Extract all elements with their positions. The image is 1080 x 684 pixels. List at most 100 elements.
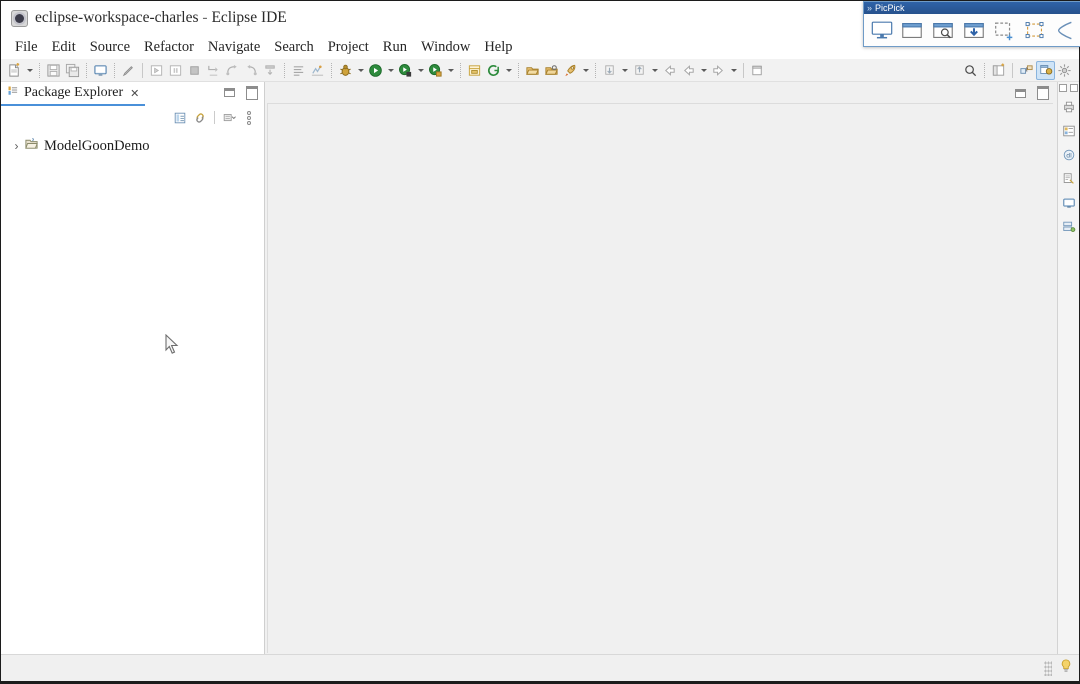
step-over-icon[interactable] (223, 61, 242, 80)
fastview-debug-icon[interactable]: dl (1059, 145, 1078, 164)
next-annotation-icon[interactable] (600, 61, 619, 80)
capture-region-button[interactable] (989, 16, 1019, 45)
menu-item-run[interactable]: Run (376, 38, 414, 57)
external-tools-dropdown-arrow[interactable] (580, 61, 591, 80)
menu-item-window[interactable]: Window (414, 38, 477, 57)
open-perspective-icon[interactable] (989, 61, 1008, 80)
capture-fixed-region-button[interactable] (1020, 16, 1050, 45)
maximize-view-button[interactable] (245, 86, 258, 99)
open-type-dropdown-arrow[interactable] (503, 61, 514, 80)
new-java-class-icon[interactable] (91, 61, 110, 80)
capture-freehand-button[interactable] (1050, 16, 1080, 45)
picpick-title-bar[interactable]: » PicPick (864, 2, 1080, 14)
capture-scrolling-window-button[interactable] (959, 16, 989, 45)
new-editor-icon[interactable] (748, 61, 767, 80)
drop-to-frame-icon[interactable] (261, 61, 280, 80)
package-explorer-view-toolbar (1, 106, 264, 129)
coverage-icon[interactable] (308, 61, 327, 80)
minimize-editor-button[interactable] (1014, 87, 1027, 100)
step-into-icon[interactable] (204, 61, 223, 80)
resize-grip[interactable] (1044, 660, 1052, 676)
save-icon[interactable] (44, 61, 63, 80)
menu-item-file[interactable]: File (8, 38, 45, 57)
capture-fullscreen-button[interactable] (867, 16, 897, 45)
collapse-all-icon[interactable] (171, 109, 189, 127)
toolbar-separator (86, 62, 87, 78)
search-folder-icon[interactable] (542, 61, 561, 80)
open-resource-icon[interactable] (523, 61, 542, 80)
run-as-icon[interactable] (396, 61, 415, 80)
maximize-button[interactable] (1070, 84, 1078, 92)
picpick-window[interactable]: » PicPick (863, 1, 1080, 47)
external-tools-icon[interactable] (561, 61, 580, 80)
debug-dropdown-arrow[interactable] (355, 61, 366, 80)
menu-item-help[interactable]: Help (477, 38, 519, 57)
previous-annotation-icon[interactable] (630, 61, 649, 80)
new-package-icon[interactable] (465, 61, 484, 80)
close-icon[interactable]: ✕ (130, 87, 139, 100)
run-last-tool-icon[interactable] (147, 61, 166, 80)
next-annotation-dropdown-arrow[interactable] (619, 61, 630, 80)
forward-icon[interactable] (679, 61, 698, 80)
fastview-printer-icon[interactable] (1059, 97, 1078, 116)
perspective-debug-icon[interactable] (1036, 60, 1055, 80)
new-wizard-icon[interactable] (5, 61, 24, 80)
forward-dropdown-arrow[interactable] (698, 61, 709, 80)
toolbar-separator (39, 62, 40, 78)
view-overflow-icon[interactable] (240, 109, 258, 127)
package-explorer-tab-row: Package Explorer ✕ (1, 82, 264, 106)
chevron-right-icon[interactable]: › (9, 139, 24, 153)
toolbar-separator (142, 62, 143, 78)
profile-icon[interactable] (426, 61, 445, 80)
fastview-package-explorer-icon[interactable] (1059, 121, 1078, 140)
perspective-other-icon[interactable] (1055, 61, 1074, 80)
capture-window-control-button[interactable] (928, 16, 958, 45)
view-menu-icon[interactable] (220, 109, 238, 127)
fastview-console-icon[interactable] (1059, 193, 1078, 212)
quick-access-icon[interactable] (119, 61, 138, 80)
run-as-dropdown-arrow[interactable] (415, 61, 426, 80)
editor-empty-canvas[interactable] (267, 103, 1053, 653)
fastview-servers-icon[interactable] (1059, 217, 1078, 236)
window-title: eclipse-workspace-charles - Eclipse IDE (35, 9, 287, 27)
next-edit-icon[interactable] (709, 61, 728, 80)
debug-icon[interactable] (336, 61, 355, 80)
toolbar-right-group (961, 60, 1079, 80)
menu-item-edit[interactable]: Edit (45, 38, 83, 57)
step-icon[interactable] (166, 61, 185, 80)
package-explorer-window-buttons (223, 86, 258, 99)
step-return-icon[interactable] (242, 61, 261, 80)
chevron-double-right-icon[interactable]: » (867, 3, 872, 13)
skip-breakpoints-icon[interactable] (289, 61, 308, 80)
tree-item-label: ModelGoonDemo (44, 137, 150, 154)
previous-annotation-dropdown-arrow[interactable] (649, 61, 660, 80)
next-edit-dropdown-arrow[interactable] (728, 61, 739, 80)
menu-item-navigate[interactable]: Navigate (201, 38, 267, 57)
menu-item-search[interactable]: Search (267, 38, 320, 57)
terminate-icon[interactable] (185, 61, 204, 80)
tree-item-modelgoondemo[interactable]: › ModelGoonDemo (1, 135, 264, 157)
run-icon[interactable] (366, 61, 385, 80)
save-all-icon[interactable] (63, 61, 82, 80)
tab-package-explorer[interactable]: Package Explorer ✕ (1, 82, 146, 106)
search-icon[interactable] (961, 61, 980, 80)
profile-dropdown-arrow[interactable] (445, 61, 456, 80)
status-bar-right (1044, 658, 1079, 679)
toolbar-left-group (1, 61, 961, 80)
run-dropdown-arrow[interactable] (385, 61, 396, 80)
perspective-java-icon[interactable] (1017, 61, 1036, 80)
restore-button[interactable] (1059, 84, 1067, 92)
menu-item-source[interactable]: Source (83, 38, 137, 57)
tips-lightbulb-icon[interactable] (1059, 658, 1073, 679)
back-icon[interactable] (660, 61, 679, 80)
right-fast-view-bar: dl (1057, 82, 1079, 657)
maximize-editor-button[interactable] (1036, 87, 1049, 100)
fastview-outline-icon[interactable] (1059, 169, 1078, 188)
new-dropdown-arrow[interactable] (24, 61, 35, 80)
menu-item-project[interactable]: Project (321, 38, 376, 57)
minimize-view-button[interactable] (223, 86, 236, 99)
capture-active-window-button[interactable] (898, 16, 928, 45)
menu-item-refactor[interactable]: Refactor (137, 38, 201, 57)
open-type-icon[interactable] (484, 61, 503, 80)
link-with-editor-icon[interactable] (191, 109, 209, 127)
